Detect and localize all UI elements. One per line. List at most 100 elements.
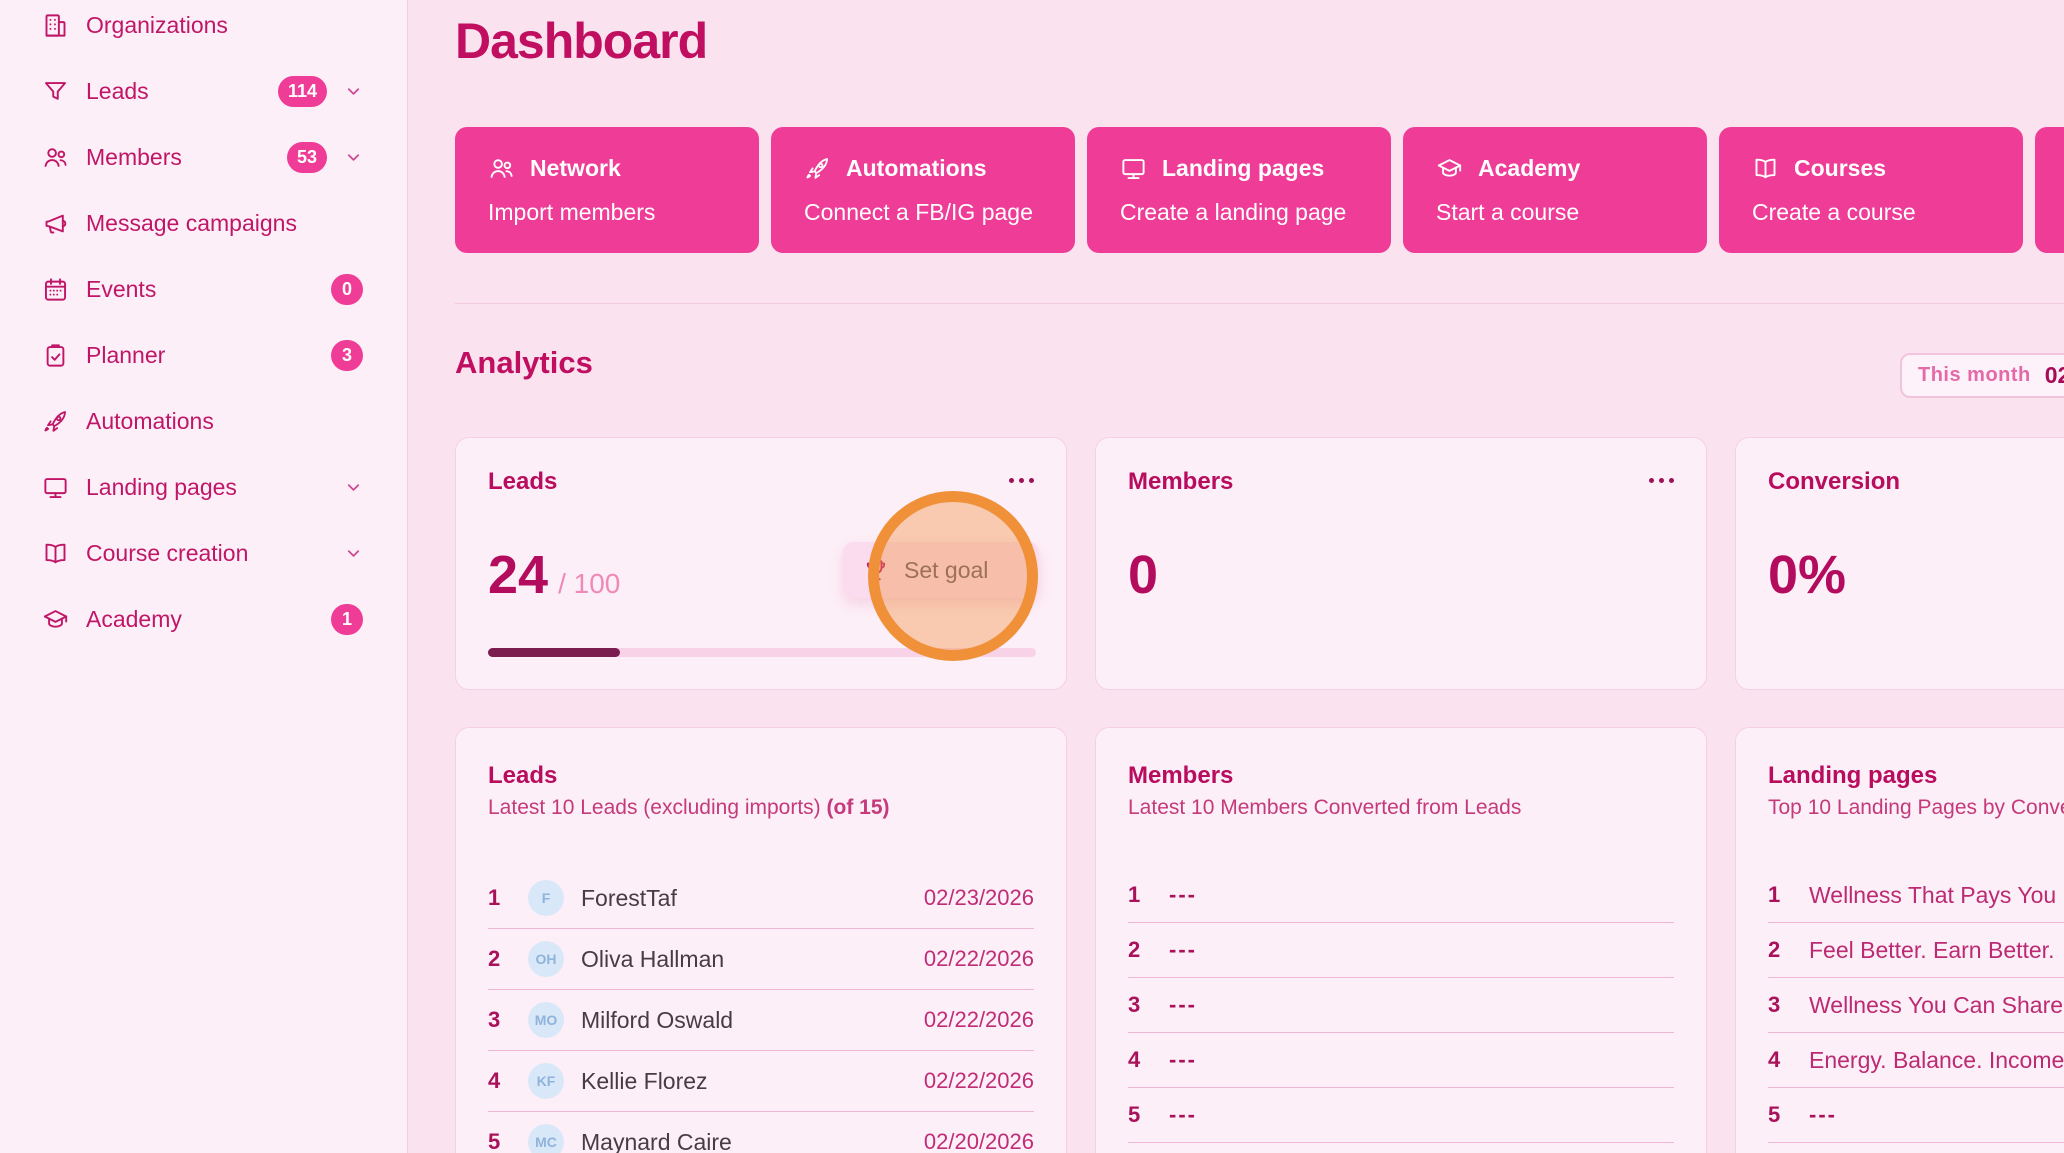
avatar: MO xyxy=(528,1002,564,1038)
set-goal-popover[interactable]: Set goal xyxy=(843,542,1039,598)
chevron-down-icon[interactable] xyxy=(344,544,363,563)
quick-card-courses[interactable]: Courses Create a course xyxy=(1719,127,2023,253)
table-row: 2 --- xyxy=(1128,923,1674,978)
row-number: 3 xyxy=(1768,992,1796,1018)
more-menu-icon[interactable] xyxy=(1009,468,1034,483)
lead-date: 02/20/2026 xyxy=(924,1129,1034,1153)
empty-value: --- xyxy=(1169,882,1197,908)
sidebar-item-label: Planner xyxy=(86,342,331,369)
sidebar-item-label: Automations xyxy=(86,408,363,435)
row-number: 2 xyxy=(1128,937,1156,963)
sidebar-item-label: Members xyxy=(86,144,287,171)
people-icon xyxy=(42,144,69,171)
avatar: KF xyxy=(528,1063,564,1099)
period-selector-button[interactable]: This month 02/0 xyxy=(1900,353,2064,398)
row-number: 2 xyxy=(488,946,516,972)
open-book-icon xyxy=(1752,155,1779,182)
lead-name: Maynard Caire xyxy=(581,1129,924,1153)
row-number: 5 xyxy=(488,1129,516,1153)
page-title: Dashboard xyxy=(455,12,707,70)
sidebar-item-label: Leads xyxy=(86,78,278,105)
lead-date: 02/22/2026 xyxy=(924,1007,1034,1033)
quick-card-automations[interactable]: Automations Connect a FB/IG page xyxy=(771,127,1075,253)
table-row[interactable]: 3 MO Milford Oswald 02/22/2026 xyxy=(488,990,1034,1051)
open-book-icon xyxy=(42,540,69,567)
lead-date: 02/22/2026 xyxy=(924,1068,1034,1094)
empty-value: --- xyxy=(1809,1102,1837,1128)
empty-value: --- xyxy=(1169,1047,1197,1073)
quick-card-title: Network xyxy=(530,155,621,182)
row-number: 4 xyxy=(1128,1047,1156,1073)
landing-page-name: Feel Better. Earn Better. xyxy=(1809,937,2054,964)
card-subtitle: Top 10 Landing Pages by Convers xyxy=(1768,796,2064,820)
card-title: Conversion xyxy=(1768,468,1900,496)
clipboard-check-icon xyxy=(42,342,69,369)
table-row[interactable]: 1 Wellness That Pays You Back xyxy=(1768,868,2064,923)
quick-card-network[interactable]: Network Import members xyxy=(455,127,759,253)
sidebar-item-automations[interactable]: Automations xyxy=(42,388,363,454)
table-row[interactable]: 4 KF Kellie Florez 02/22/2026 xyxy=(488,1051,1034,1112)
quick-card-title: Academy xyxy=(1478,155,1580,182)
lead-name: ForestTaf xyxy=(581,885,924,912)
landing-page-name: Wellness You Can Share xyxy=(1809,992,2063,1019)
row-number: 5 xyxy=(1768,1102,1796,1128)
sidebar-item-label: Events xyxy=(86,276,331,303)
row-number: 1 xyxy=(488,885,516,911)
sidebar-item-label: Organizations xyxy=(86,12,363,39)
table-row[interactable]: 3 Wellness You Can Share xyxy=(1768,978,2064,1033)
table-row[interactable]: 5 --- xyxy=(1768,1088,2064,1143)
landing-page-name: Energy. Balance. Income. xyxy=(1809,1047,2064,1074)
landing-page-name: Wellness That Pays You Back xyxy=(1809,882,2064,909)
main-content: Dashboard Network Import members Automat… xyxy=(408,0,2064,1153)
table-row[interactable]: 1 F ForestTaf 02/23/2026 xyxy=(488,868,1034,929)
row-number: 1 xyxy=(1128,882,1156,908)
table-row[interactable]: 2 OH Oliva Hallman 02/22/2026 xyxy=(488,929,1034,990)
sidebar-item-organizations[interactable]: Organizations xyxy=(42,0,363,58)
sidebar-item-academy[interactable]: Academy 1 xyxy=(42,586,363,652)
table-row[interactable]: 4 Energy. Balance. Income. xyxy=(1768,1033,2064,1088)
quick-card-title: Automations xyxy=(846,155,987,182)
table-row[interactable]: 5 MC Maynard Caire 02/20/2026 xyxy=(488,1112,1034,1153)
members-list-card: Members Latest 10 Members Converted from… xyxy=(1095,727,1707,1153)
sidebar-item-events[interactable]: Events 0 xyxy=(42,256,363,322)
chevron-down-icon[interactable] xyxy=(344,82,363,101)
table-row: 1 --- xyxy=(1128,868,1674,923)
section-divider xyxy=(455,303,2064,304)
leads-value: 24 xyxy=(488,544,548,606)
conversion-value: 0% xyxy=(1768,544,1846,606)
quick-card-landing-pages[interactable]: Landing pages Create a landing page xyxy=(1087,127,1391,253)
sidebar-item-members[interactable]: Members 53 xyxy=(42,124,363,190)
sidebar-item-leads[interactable]: Leads 114 xyxy=(42,58,363,124)
sidebar-item-course-creation[interactable]: Course creation xyxy=(42,520,363,586)
empty-value: --- xyxy=(1169,992,1197,1018)
academy-count-badge: 1 xyxy=(331,604,363,635)
card-title: Leads xyxy=(488,468,557,496)
quick-card-partial[interactable] xyxy=(2035,127,2064,253)
people-icon xyxy=(488,155,515,182)
chevron-down-icon[interactable] xyxy=(344,478,363,497)
quick-card-desc: Import members xyxy=(488,199,735,226)
row-number: 4 xyxy=(1768,1047,1796,1073)
sidebar-item-planner[interactable]: Planner 3 xyxy=(42,322,363,388)
landing-pages-list-card: Landing pages Top 10 Landing Pages by Co… xyxy=(1735,727,2064,1153)
row-number: 3 xyxy=(1128,992,1156,1018)
more-menu-icon[interactable] xyxy=(1649,468,1674,483)
quick-card-academy[interactable]: Academy Start a course xyxy=(1403,127,1707,253)
funnel-icon xyxy=(42,78,69,105)
planner-count-badge: 3 xyxy=(331,340,363,371)
sidebar-item-landing-pages[interactable]: Landing pages xyxy=(42,454,363,520)
table-row[interactable]: 2 Feel Better. Earn Better. xyxy=(1768,923,2064,978)
rocket-icon xyxy=(42,408,69,435)
monitor-icon xyxy=(42,474,69,501)
row-number: 1 xyxy=(1768,882,1796,908)
monitor-icon xyxy=(1120,155,1147,182)
quick-card-desc: Start a course xyxy=(1436,199,1683,226)
card-title: Members xyxy=(1128,762,1674,790)
rocket-icon xyxy=(804,155,831,182)
sidebar-item-message-campaigns[interactable]: Message campaigns xyxy=(42,190,363,256)
chevron-down-icon[interactable] xyxy=(344,148,363,167)
leads-progress-bar xyxy=(488,648,1036,657)
table-row: 4 --- xyxy=(1128,1033,1674,1088)
trophy-icon xyxy=(863,557,889,583)
sidebar-item-label: Course creation xyxy=(86,540,327,567)
